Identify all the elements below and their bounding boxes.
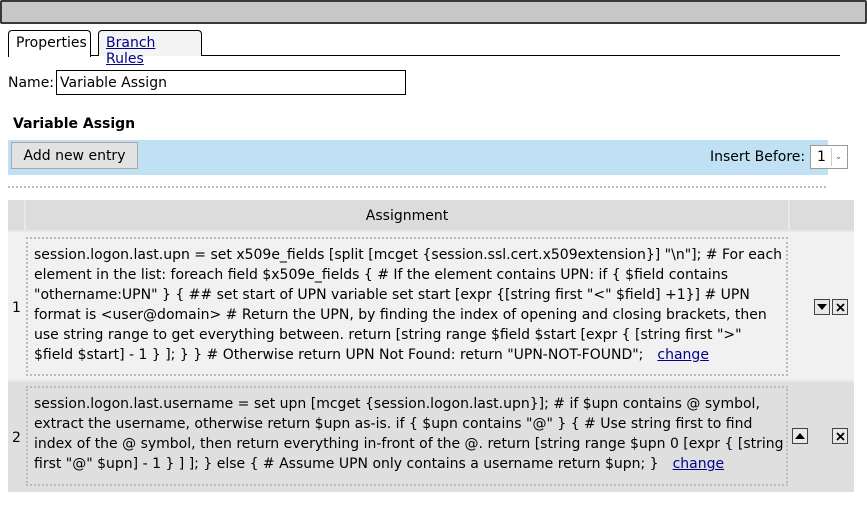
- assignment-expression: session.logon.last.upn = set x509e_field…: [26, 237, 788, 376]
- row-number: 1: [12, 300, 21, 316]
- triangle-up-icon[interactable]: [792, 428, 808, 444]
- change-link[interactable]: change: [657, 347, 709, 363]
- tab-properties[interactable]: Properties: [8, 30, 91, 57]
- close-icon[interactable]: [832, 299, 848, 315]
- table-row: 2 session.logon.last.username = set upn …: [8, 382, 854, 492]
- insert-before-value: 1: [817, 149, 826, 165]
- header-assignment: Assignment: [26, 200, 788, 230]
- row-number: 2: [12, 430, 21, 446]
- entry-toolbar: Add new entry Insert Before: 1 ⌄: [8, 140, 848, 175]
- insert-before-label: Insert Before:: [710, 149, 806, 165]
- header-number-cell: [8, 200, 24, 230]
- insert-before-select[interactable]: 1 ⌄: [810, 145, 848, 169]
- assignment-table: Assignment 1 session.logon.last.upn = se…: [8, 200, 854, 492]
- close-icon[interactable]: [832, 428, 848, 444]
- assignment-text: session.logon.last.upn = set x509e_field…: [34, 247, 783, 363]
- chevron-down-icon: ⌄: [831, 148, 845, 166]
- assignment-text: session.logon.last.username = set upn [m…: [34, 396, 784, 472]
- title-bar: [0, 0, 867, 24]
- assignment-expression: session.logon.last.username = set upn [m…: [26, 386, 788, 486]
- add-new-entry-button[interactable]: Add new entry: [11, 142, 138, 169]
- table-row: 1 session.logon.last.upn = set x509e_fie…: [8, 232, 854, 380]
- name-input[interactable]: [56, 70, 406, 95]
- change-link[interactable]: change: [673, 456, 725, 472]
- divider: [8, 186, 826, 188]
- tab-strip: Properties Branch Rules: [8, 30, 840, 67]
- name-label: Name:: [8, 75, 55, 91]
- header-actions-cell: [790, 200, 854, 230]
- triangle-down-icon[interactable]: [814, 299, 830, 315]
- tab-branch-rules[interactable]: Branch Rules: [98, 30, 202, 67]
- section-title: Variable Assign: [13, 116, 136, 132]
